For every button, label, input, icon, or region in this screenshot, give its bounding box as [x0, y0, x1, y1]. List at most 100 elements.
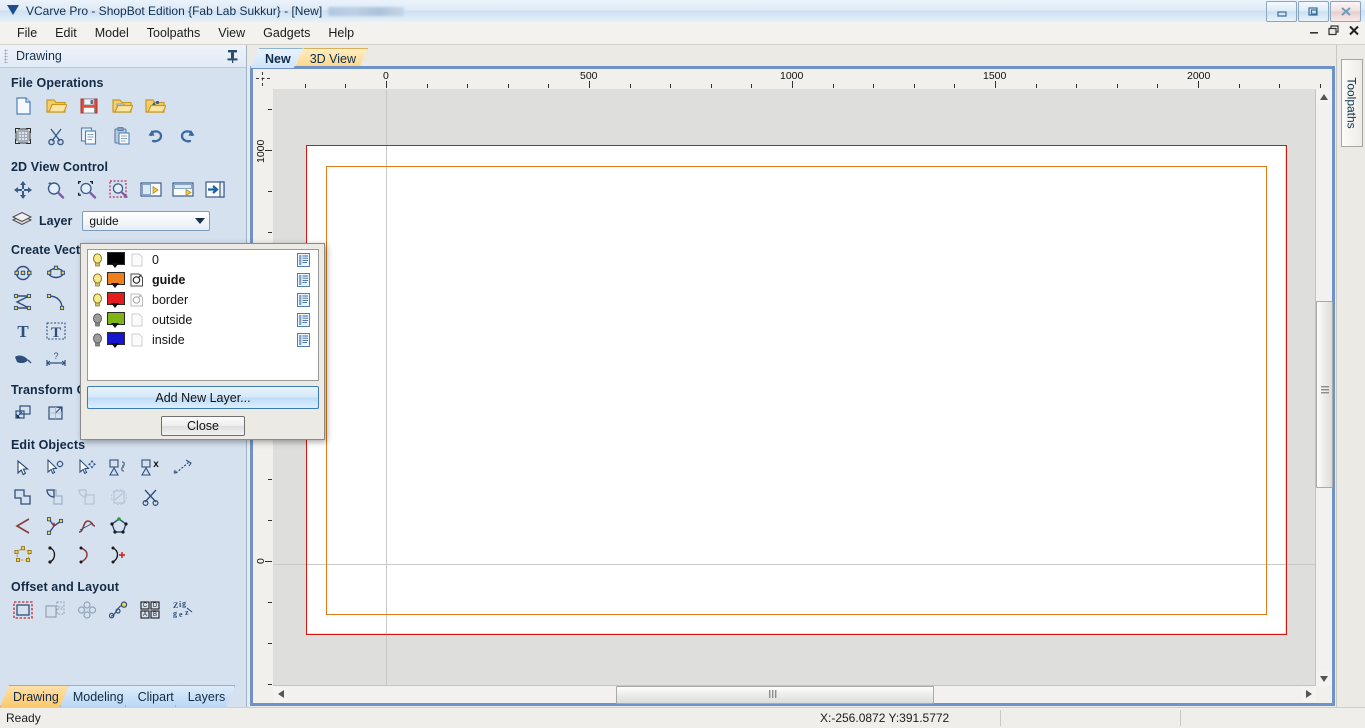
layer-visibility-bulb-icon[interactable] [91, 292, 103, 308]
tab-3d-view[interactable]: 3D View [295, 48, 368, 68]
node-snap-icon[interactable] [10, 542, 36, 568]
layer-list-item[interactable]: guide [88, 270, 318, 290]
zoom-interactive-icon[interactable] [42, 177, 68, 203]
dimension-tool-icon[interactable]: ? [43, 347, 69, 373]
scroll-right-arrow-icon[interactable] [1301, 686, 1316, 702]
tab-modeling[interactable]: Modeling [60, 685, 134, 707]
guide-vector[interactable] [326, 166, 1267, 615]
zigzag-layout-icon[interactable]: Ziggez [170, 597, 196, 623]
measure-icon[interactable] [170, 455, 196, 481]
layer-color-swatch[interactable] [106, 311, 126, 329]
copy-icon[interactable] [76, 123, 102, 149]
nest-objects-icon[interactable]: CDAB [138, 597, 164, 623]
smooth-node-icon[interactable] [74, 513, 100, 539]
layer-color-swatch[interactable] [106, 251, 126, 269]
edit-text-icon[interactable]: T [43, 318, 69, 344]
zoom-extents-icon[interactable] [74, 177, 100, 203]
vertical-scroll-thumb[interactable] [1316, 301, 1333, 488]
paste-icon[interactable] [109, 123, 135, 149]
layer-color-swatch[interactable] [106, 271, 126, 289]
zoom-box-icon[interactable] [138, 177, 164, 203]
vertical-scrollbar[interactable] [1315, 89, 1333, 686]
layer-properties-icon[interactable] [297, 293, 310, 307]
add-point-icon[interactable] [106, 542, 132, 568]
cut-icon[interactable] [43, 123, 69, 149]
menu-model[interactable]: Model [86, 23, 138, 43]
draw-polyline-icon[interactable] [10, 289, 36, 315]
layer-list-item[interactable]: border [88, 290, 318, 310]
open-recent-icon[interactable] [109, 93, 135, 119]
scroll-up-arrow-icon[interactable] [1316, 89, 1332, 104]
add-new-layer-button[interactable]: Add New Layer... [87, 386, 319, 409]
chevron-down-icon[interactable] [195, 217, 206, 224]
weld-subtract-icon[interactable] [42, 484, 68, 510]
toggle-panel-icon[interactable] [202, 177, 228, 203]
layer-color-swatch[interactable] [106, 331, 126, 349]
layer-list[interactable]: 0 guide border outside inside [87, 249, 319, 381]
draw-bird-trace-icon[interactable] [10, 347, 36, 373]
new-file-icon[interactable] [10, 93, 36, 119]
restore-button[interactable] [1298, 1, 1329, 22]
draw-arc-icon[interactable] [43, 289, 69, 315]
mdi-minimize-button[interactable] [1309, 25, 1320, 37]
move-objects-icon[interactable] [10, 400, 36, 426]
insert-node-icon[interactable] [42, 513, 68, 539]
mdi-close-button[interactable] [1348, 25, 1360, 37]
job-setup-icon[interactable] [10, 123, 36, 149]
menu-toolpaths[interactable]: Toolpaths [138, 23, 210, 43]
ruler-corner-icon[interactable] [253, 69, 274, 90]
mdi-restore-button[interactable] [1328, 25, 1340, 37]
menu-view[interactable]: View [209, 23, 254, 43]
node-edit-icon[interactable] [42, 455, 68, 481]
line-to-curve-icon[interactable] [74, 542, 100, 568]
tab-new[interactable]: New [250, 48, 303, 68]
draw-circle-icon[interactable] [10, 260, 36, 286]
toolpaths-tab[interactable]: Toolpaths [1341, 59, 1363, 147]
layer-combo[interactable]: guide [82, 210, 211, 231]
menu-file[interactable]: File [8, 23, 46, 43]
menu-gadgets[interactable]: Gadgets [254, 23, 319, 43]
panel-grip-icon[interactable] [4, 49, 8, 63]
reverse-direction-icon[interactable] [106, 513, 132, 539]
array-copy-icon[interactable] [42, 597, 68, 623]
minimize-button[interactable] [1266, 1, 1297, 22]
weld-intersect-icon[interactable] [74, 484, 100, 510]
fillet-corner-icon[interactable] [10, 513, 36, 539]
scroll-left-arrow-icon[interactable] [273, 686, 288, 702]
scale-objects-icon[interactable] [43, 400, 69, 426]
pan-icon[interactable] [10, 177, 36, 203]
scroll-down-arrow-icon[interactable] [1316, 671, 1332, 686]
save-file-icon[interactable] [76, 93, 102, 119]
tab-drawing[interactable]: Drawing [0, 685, 69, 707]
trim-vectors-icon[interactable] [138, 484, 164, 510]
draw-ellipse-icon[interactable] [43, 260, 69, 286]
select-tool-icon[interactable] [10, 455, 36, 481]
layer-list-item[interactable]: 0 [88, 250, 318, 270]
close-vectors-icon[interactable]: x [138, 455, 164, 481]
pin-icon[interactable] [227, 49, 238, 66]
horizontal-ruler[interactable]: 0 500 1000 1500 2000 [273, 69, 1332, 90]
menu-edit[interactable]: Edit [46, 23, 86, 43]
redo-icon[interactable] [175, 123, 201, 149]
menu-help[interactable]: Help [319, 23, 363, 43]
layer-properties-icon[interactable] [297, 253, 310, 267]
layer-color-swatch[interactable] [106, 291, 126, 309]
layer-visibility-bulb-icon[interactable] [91, 252, 103, 268]
rotate-copy-icon[interactable] [74, 597, 100, 623]
tab-layers[interactable]: Layers [175, 685, 236, 707]
close-popup-button[interactable]: Close [161, 416, 245, 436]
open-file-icon[interactable] [43, 93, 69, 119]
layer-visibility-bulb-icon[interactable] [91, 312, 103, 328]
layer-list-item[interactable]: inside [88, 330, 318, 350]
curve-to-line-icon[interactable] [42, 542, 68, 568]
layer-properties-icon[interactable] [297, 333, 310, 347]
layer-properties-icon[interactable] [297, 273, 310, 287]
layer-visibility-bulb-icon[interactable] [91, 332, 103, 348]
offset-vectors-icon[interactable] [10, 597, 36, 623]
weld-union-icon[interactable] [10, 484, 36, 510]
layer-locked-icon[interactable] [129, 292, 145, 309]
crop-vectors-icon[interactable] [106, 484, 132, 510]
undo-icon[interactable] [142, 123, 168, 149]
import-vectors-icon[interactable] [142, 93, 168, 119]
copy-along-curve-icon[interactable] [106, 597, 132, 623]
